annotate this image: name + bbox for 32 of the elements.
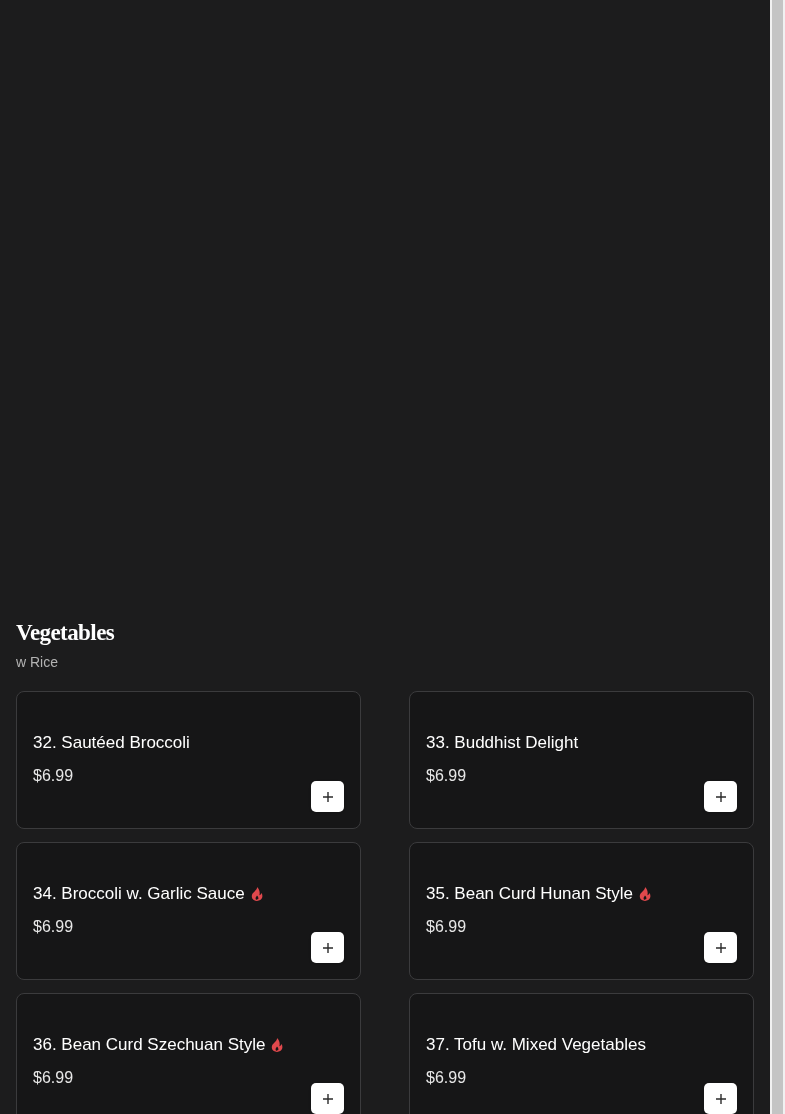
plus-icon — [322, 1093, 333, 1104]
menu-item-card[interactable]: 35. Bean Curd Hunan Style $6.99 — [409, 842, 754, 980]
section-subtitle: w Rice — [16, 653, 58, 672]
item-price: $6.99 — [426, 766, 467, 786]
item-name: 32. Sautéed Broccoli — [33, 732, 190, 754]
menu-item-card[interactable]: 36. Bean Curd Szechuan Style $6.99 — [16, 993, 361, 1114]
plus-icon — [715, 942, 726, 953]
item-price: $6.99 — [33, 917, 74, 937]
menu-item-card[interactable]: 34. Broccoli w. Garlic Sauce $6.99 — [16, 842, 361, 980]
plus-icon — [715, 791, 726, 802]
add-button[interactable] — [704, 932, 737, 963]
item-name: 33. Buddhist Delight — [426, 732, 579, 754]
item-price: $6.99 — [33, 1068, 74, 1088]
menu-item-card[interactable]: 32. Sautéed Broccoli $6.99 — [16, 691, 361, 829]
item-name: 36. Bean Curd Szechuan Style — [33, 1034, 266, 1056]
add-button[interactable] — [311, 932, 344, 963]
plus-icon — [322, 942, 333, 953]
item-name: 34. Broccoli w. Garlic Sauce — [33, 883, 245, 905]
item-price: $6.99 — [33, 766, 74, 786]
item-name: 35. Bean Curd Hunan Style — [426, 883, 633, 905]
add-button[interactable] — [704, 1083, 737, 1114]
section-title: Vegetables — [16, 619, 115, 647]
add-button[interactable] — [704, 781, 737, 812]
item-price: $6.99 — [426, 917, 467, 937]
menu-item-card[interactable]: 33. Buddhist Delight $6.99 — [409, 691, 754, 829]
item-price: $6.99 — [426, 1068, 467, 1088]
menu-item-card[interactable]: 37. Tofu w. Mixed Vegetables $6.99 — [409, 993, 754, 1114]
plus-icon — [715, 1093, 726, 1104]
add-button[interactable] — [311, 1083, 344, 1114]
item-name: 37. Tofu w. Mixed Vegetables — [426, 1034, 646, 1056]
add-button[interactable] — [311, 781, 344, 812]
plus-icon — [322, 791, 333, 802]
